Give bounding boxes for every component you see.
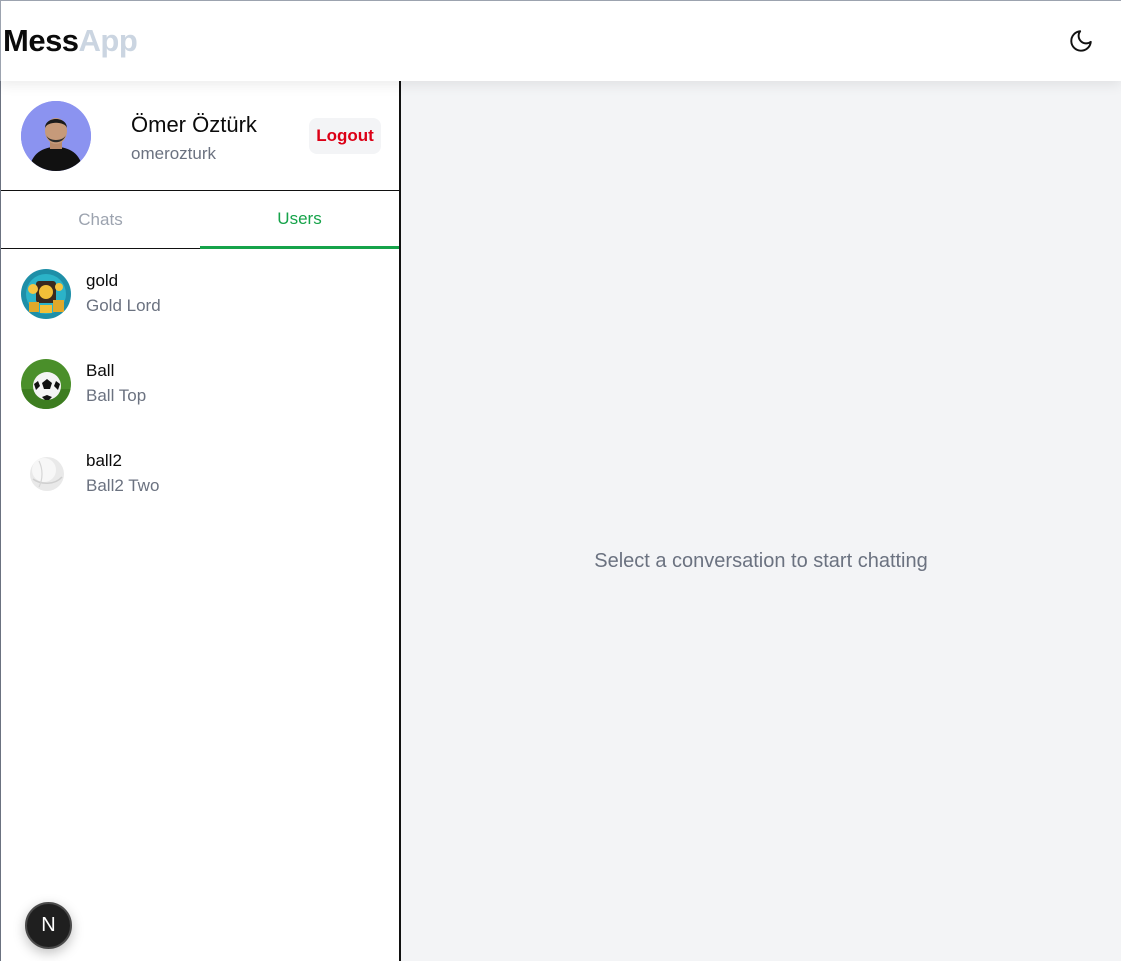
theme-toggle-button[interactable]	[1067, 27, 1095, 55]
user-display-name: Gold Lord	[86, 296, 161, 315]
profile-name: Ömer Öztürk	[131, 112, 257, 137]
gold-coins-avatar	[21, 269, 71, 319]
user-handle: ball2	[86, 451, 122, 470]
user-handle: gold	[86, 271, 119, 290]
empty-state-message: Select a conversation to start chatting	[594, 550, 928, 572]
chat-panel: Select a conversation to start chatting	[401, 81, 1121, 961]
soccer-ball-avatar	[21, 359, 71, 409]
users-list: gold Gold Lord Ball Ball Top ball2 Ball2…	[1, 249, 399, 519]
user-display-name: Ball2 Two	[86, 476, 160, 495]
white-ball-avatar	[21, 449, 71, 499]
logout-button[interactable]: Logout	[309, 118, 381, 154]
sidebar: Ömer Öztürk omerozturk Logout Chats User…	[0, 81, 401, 961]
nextjs-icon: N	[41, 914, 56, 936]
list-item[interactable]: ball2 Ball2 Two	[1, 429, 399, 519]
user-avatar	[21, 101, 91, 171]
list-item[interactable]: Ball Ball Top	[1, 339, 399, 429]
user-display-name: Ball Top	[86, 386, 147, 405]
moon-icon	[1070, 30, 1092, 52]
profile-card: Ömer Öztürk omerozturk Logout	[1, 81, 399, 191]
list-item[interactable]: gold Gold Lord	[1, 249, 399, 339]
profile-username: omerozturk	[131, 144, 217, 163]
app-logo[interactable]: MessApp	[3, 23, 138, 59]
nextjs-dev-badge[interactable]: N	[25, 902, 72, 949]
tab-chats[interactable]: Chats	[1, 191, 200, 249]
sidebar-tabs: Chats Users	[1, 191, 399, 249]
logo-part-app: App	[78, 23, 138, 58]
user-handle: Ball	[86, 361, 115, 380]
app-header: MessApp	[0, 0, 1121, 81]
tab-users[interactable]: Users	[200, 191, 399, 249]
logo-part-mess: Mess	[3, 23, 79, 58]
